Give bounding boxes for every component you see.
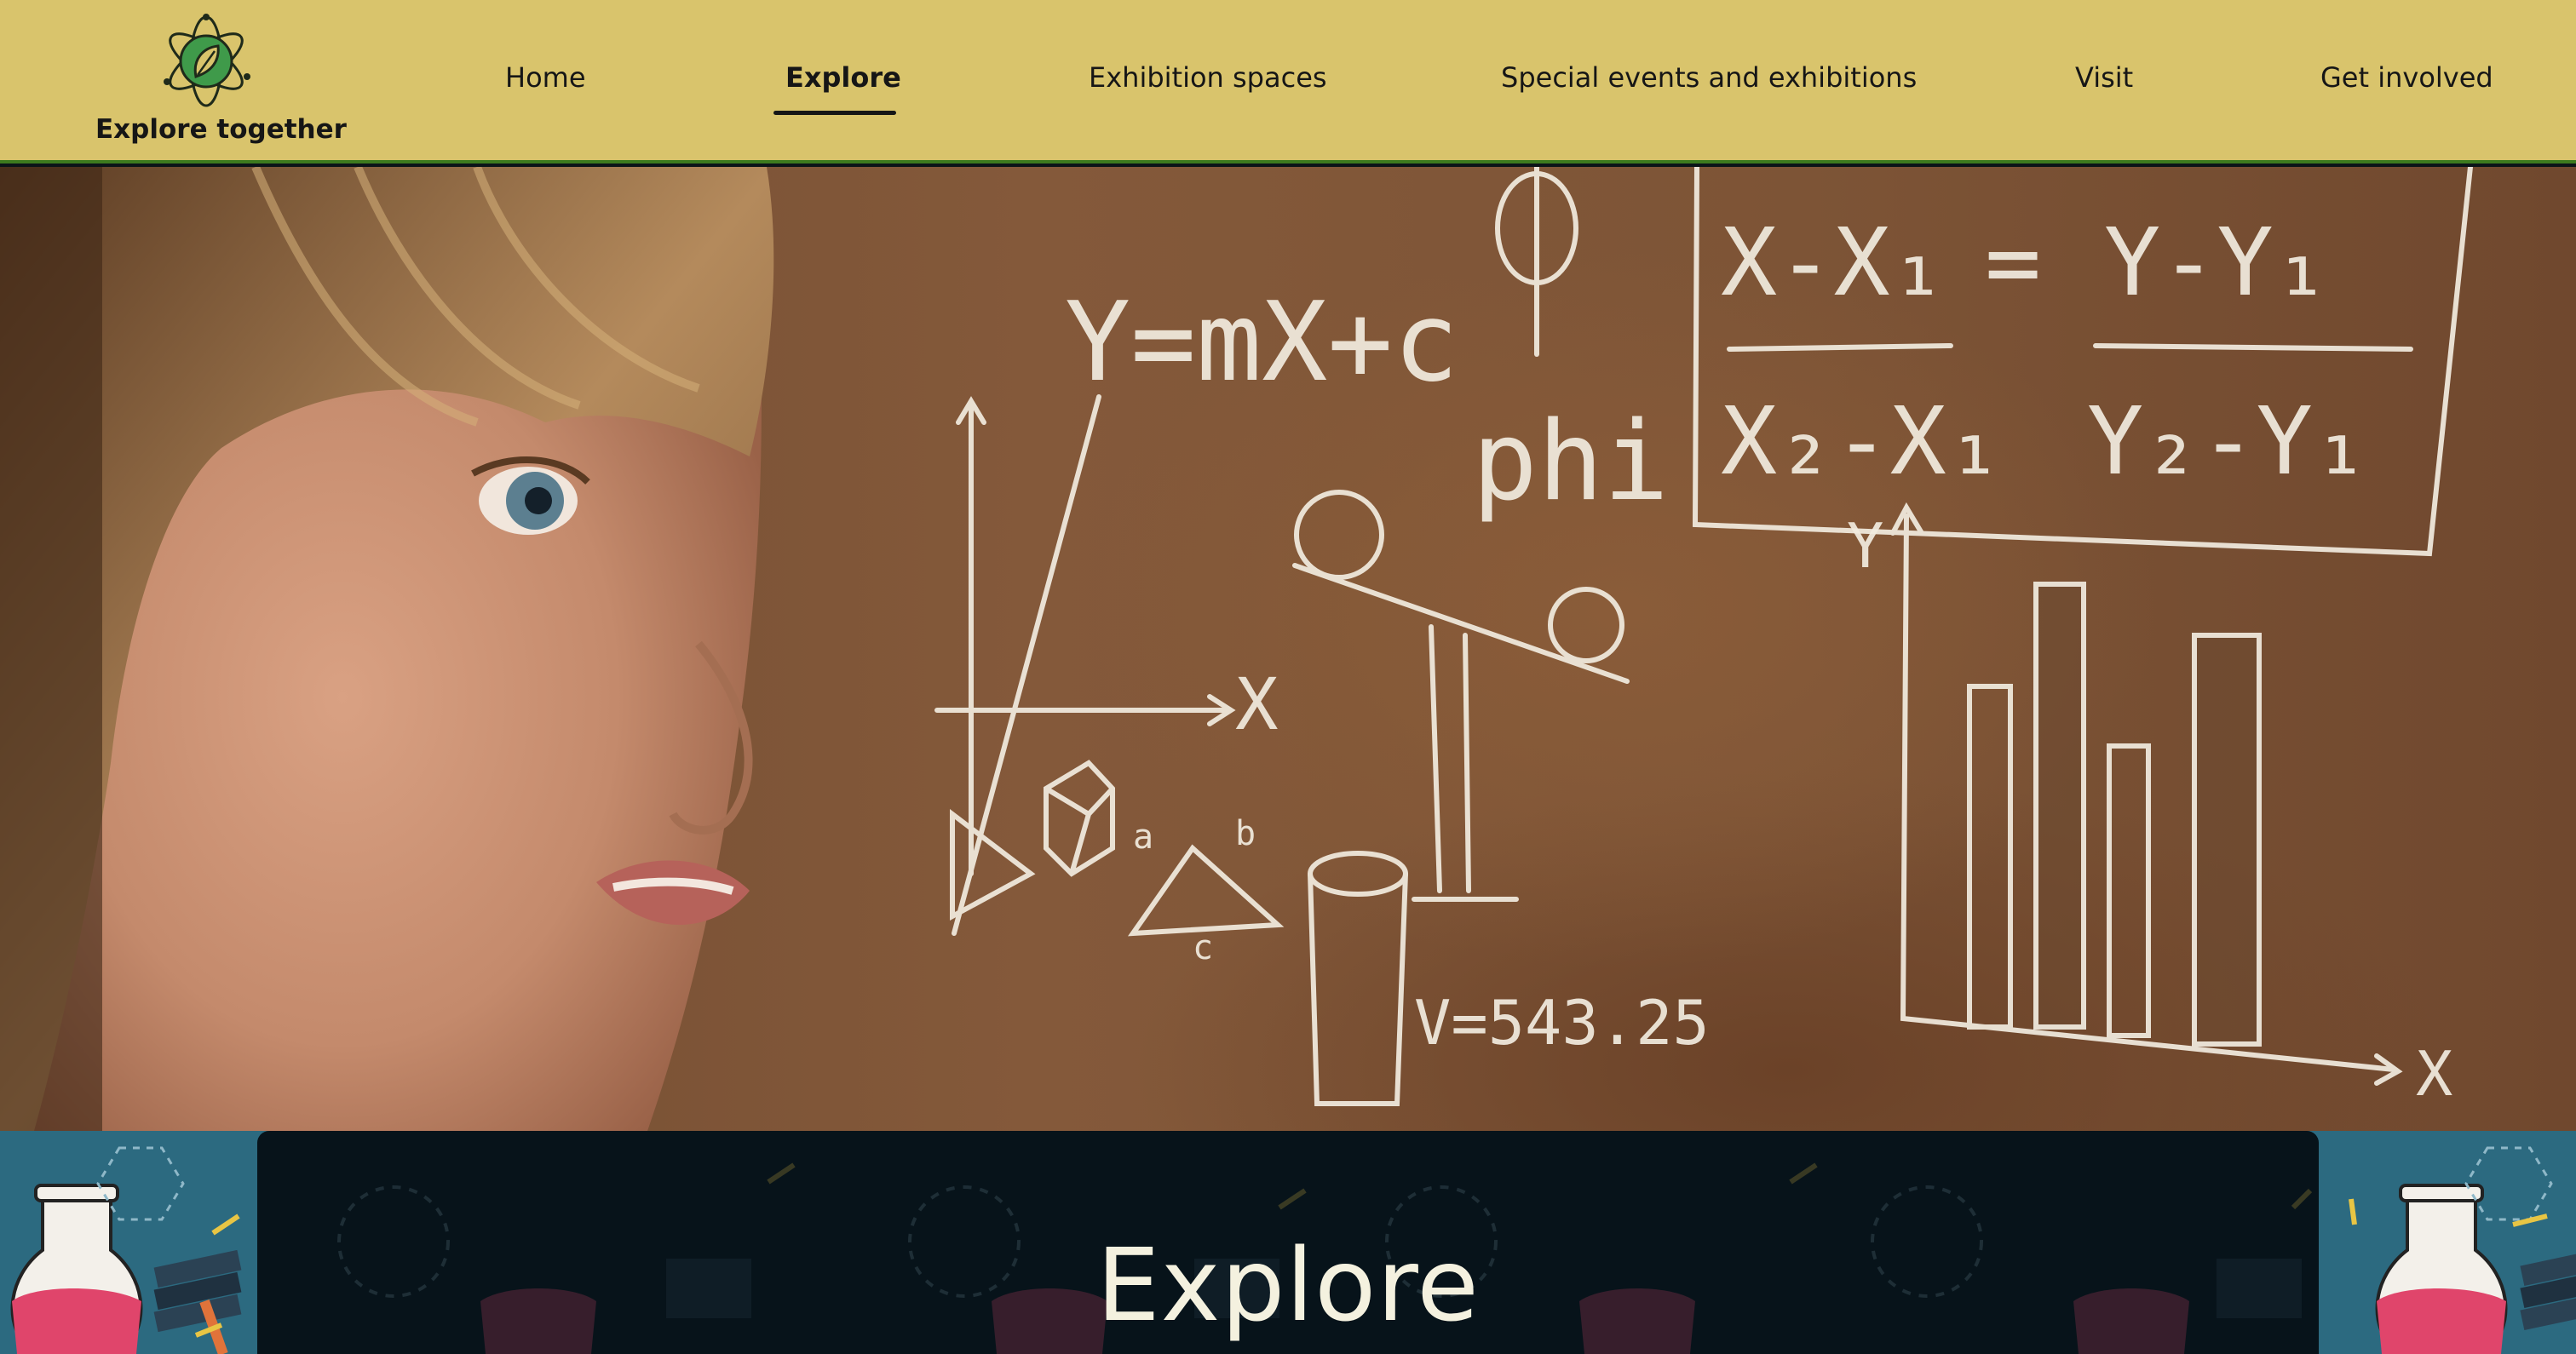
girl-portrait [0, 167, 774, 1131]
nav-item-explore[interactable]: Explore [773, 61, 901, 115]
svg-text:=: = [1985, 208, 2041, 317]
svg-text:phi: phi [1472, 399, 1669, 525]
atom-leaf-icon [164, 14, 250, 107]
svg-text:Y=mX+c: Y=mX+c [1065, 279, 1458, 406]
svg-text:Y: Y [1847, 510, 1883, 582]
svg-text:Y₂-Y₁: Y₂-Y₁ [2087, 387, 2369, 496]
nav-item-get-involved[interactable]: Get involved [2320, 61, 2493, 102]
svg-text:a: a [1133, 818, 1153, 857]
nav-item-exhibition-spaces[interactable]: Exhibition spaces [1089, 61, 1327, 102]
site-logo[interactable]: Explore together [95, 10, 347, 153]
svg-text:V=543.25: V=543.25 [1414, 987, 1710, 1059]
nav-item-visit[interactable]: Visit [2075, 61, 2133, 102]
hero-illustration: Y=mX+c phi X-X₁ = Y-Y₁ X₂-X₁ Y₂-Y₁ V=543… [0, 167, 2473, 1131]
svg-text:X-X₁: X-X₁ [1721, 208, 1946, 317]
svg-text:X: X [2416, 1038, 2452, 1110]
svg-text:X₂-X₁: X₂-X₁ [1721, 387, 2003, 496]
hero-image: Y=mX+c phi X-X₁ = Y-Y₁ X₂-X₁ Y₂-Y₁ V=543… [0, 167, 2576, 1131]
brand-name: Explore together [95, 114, 347, 145]
page-title: Explore [1096, 1226, 1480, 1344]
nav-item-special-events[interactable]: Special events and exhibitions [1501, 61, 1917, 102]
nav-item-home[interactable]: Home [505, 61, 586, 102]
site-header: Explore together Home Explore Exhibition… [0, 0, 2576, 164]
svg-text:b: b [1235, 814, 1256, 853]
svg-text:Y-Y₁: Y-Y₁ [2104, 208, 2330, 317]
svg-text:X: X [1235, 663, 1279, 746]
svg-text:c: c [1193, 928, 1213, 967]
